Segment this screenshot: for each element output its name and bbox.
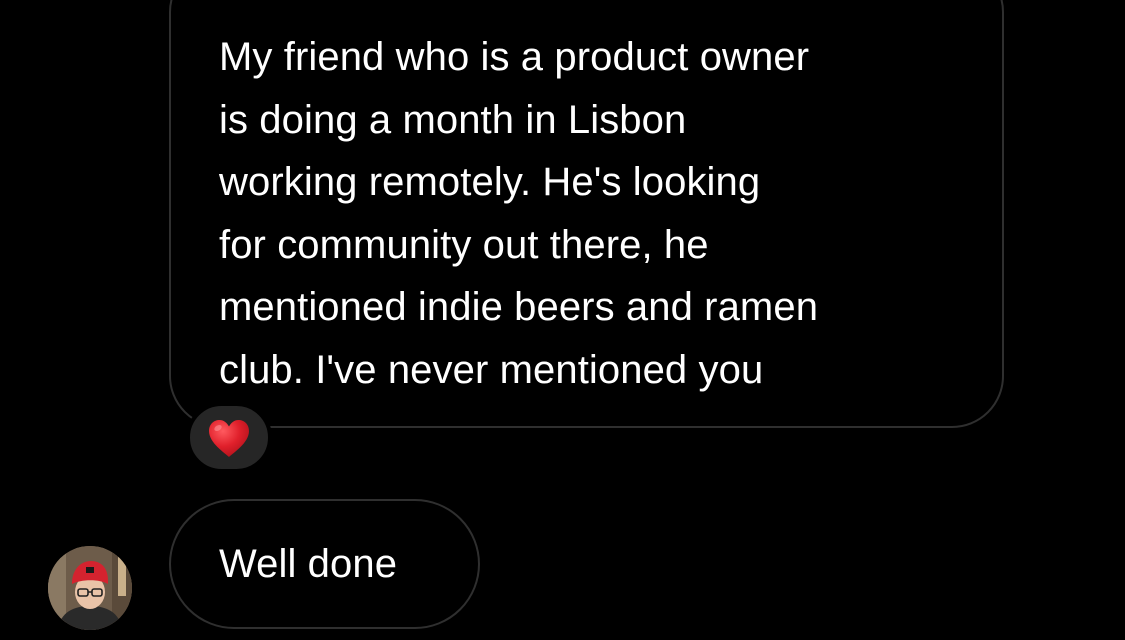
message-text: Well done — [219, 542, 398, 586]
red-heart-icon — [209, 419, 249, 457]
message-bubble-received[interactable]: Well done — [169, 499, 480, 629]
avatar[interactable] — [48, 546, 132, 630]
chat-thread: My friend who is a product owner is doin… — [0, 0, 1125, 640]
message-reaction[interactable] — [186, 402, 272, 473]
message-bubble-received[interactable]: My friend who is a product owner is doin… — [169, 0, 1004, 428]
avatar-photo — [48, 546, 132, 630]
message-text: My friend who is a product owner is doin… — [219, 35, 819, 392]
